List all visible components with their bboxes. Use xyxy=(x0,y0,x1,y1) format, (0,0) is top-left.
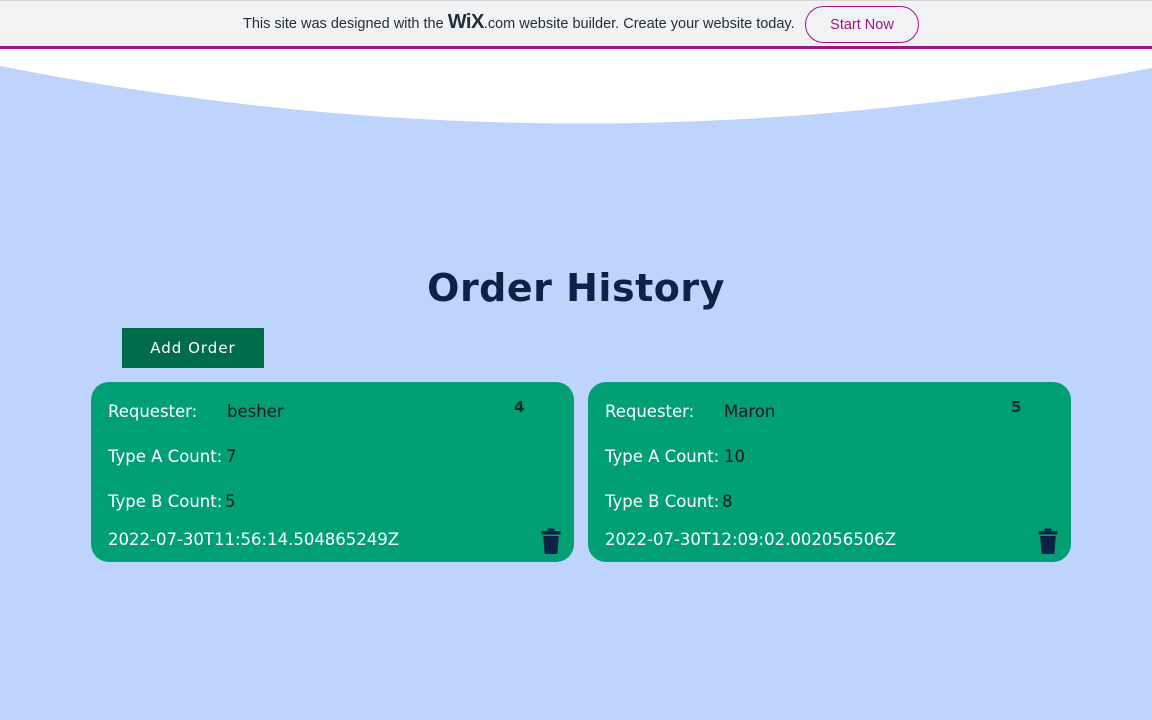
type-a-count-label: Type A Count: xyxy=(605,447,720,466)
type-b-count-value: 5 xyxy=(225,492,236,511)
order-timestamp: 2022-07-30T11:56:14.504865249Z xyxy=(108,530,400,549)
page-title: Order History xyxy=(427,266,725,310)
start-now-button[interactable]: Start Now xyxy=(805,6,919,43)
type-a-count-label: Type A Count: xyxy=(108,447,223,466)
trash-icon[interactable] xyxy=(541,528,561,554)
requester-label: Requester: xyxy=(108,402,198,421)
type-a-count-value: 10 xyxy=(724,447,745,466)
type-b-count-value: 8 xyxy=(722,492,733,511)
banner-text-before: This site was designed with the xyxy=(243,16,444,32)
wix-promo-banner: This site was designed with the WiX .com… xyxy=(0,0,1152,49)
requester-value: Maron xyxy=(724,402,776,421)
order-id: 5 xyxy=(1011,398,1022,416)
order-card: Requester: besher 4 Type A Count: 7 Type… xyxy=(91,382,574,562)
banner-text-after: .com website builder. Create your websit… xyxy=(483,16,795,32)
type-a-count-value: 7 xyxy=(226,447,237,466)
type-b-count-label: Type B Count: xyxy=(108,492,223,511)
order-id: 4 xyxy=(514,398,525,416)
requester-value: besher xyxy=(227,402,284,421)
wix-logo[interactable]: WiX xyxy=(448,11,485,34)
add-order-button[interactable]: Add Order xyxy=(122,328,264,368)
trash-icon[interactable] xyxy=(1038,528,1058,554)
requester-label: Requester: xyxy=(605,402,695,421)
header-curve-shape xyxy=(0,40,1152,124)
banner-text: This site was designed with the WiX .com… xyxy=(243,11,799,34)
order-timestamp: 2022-07-30T12:09:02.002056506Z xyxy=(605,530,897,549)
order-card: Requester: Maron 5 Type A Count: 10 Type… xyxy=(588,382,1071,562)
type-b-count-label: Type B Count: xyxy=(605,492,720,511)
